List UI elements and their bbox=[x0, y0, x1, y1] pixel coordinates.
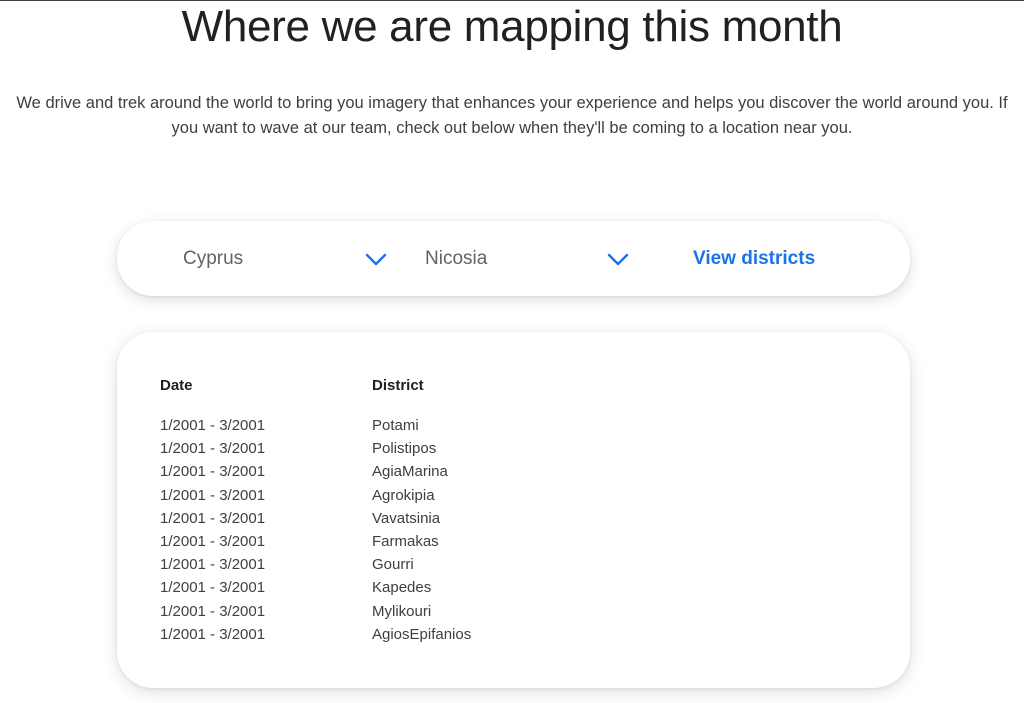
city-dropdown[interactable]: Nicosia bbox=[425, 221, 630, 296]
chevron-down-icon bbox=[607, 253, 629, 266]
date-cell: 1/2001 - 3/2001 bbox=[160, 417, 266, 434]
view-districts-button[interactable]: View districts bbox=[693, 221, 815, 296]
district-cell: AgiaMarina bbox=[372, 463, 448, 481]
city-dropdown-value: Nicosia bbox=[425, 247, 488, 269]
date-cell: 1/2001 - 3/2001 bbox=[160, 602, 266, 620]
district-cell: Gourri bbox=[372, 556, 414, 574]
page-description: We drive and trek around the world to br… bbox=[16, 94, 1008, 137]
page: Where we are mapping this month We drive… bbox=[0, 0, 1024, 703]
table-row: 1/2001 - 3/2001 Polistipos bbox=[117, 437, 910, 460]
page-title: Where we are mapping this month bbox=[181, 2, 843, 51]
district-cell: Farmakas bbox=[372, 532, 439, 550]
table-row: 1/2001 - 3/2001 Vavatsinia bbox=[117, 507, 910, 530]
table-row: 1/2001 - 3/2001 Gourri bbox=[117, 553, 910, 576]
country-dropdown[interactable]: Cyprus bbox=[183, 221, 388, 296]
district-cell: Agrokipia bbox=[372, 486, 435, 504]
table-row: 1/2001 - 3/2001 Mylikouri bbox=[117, 600, 910, 623]
district-cell: Polistipos bbox=[372, 440, 437, 458]
date-cell: 1/2001 - 3/2001 bbox=[160, 532, 266, 550]
chevron-down-icon bbox=[365, 253, 387, 266]
date-cell: 1/2001 - 3/2001 bbox=[160, 486, 266, 504]
date-cell: 1/2001 - 3/2001 bbox=[160, 440, 266, 458]
district-cell: Kapedes bbox=[372, 579, 432, 597]
top-divider bbox=[0, 0, 1024, 1]
table-row: 1/2001 - 3/2001 AgiaMarina bbox=[117, 460, 910, 483]
date-cell: 1/2001 - 3/2001 bbox=[160, 509, 266, 527]
table-row: 1/2001 - 3/2001 AgiosEpifanios bbox=[117, 623, 910, 646]
district-cell: Mylikouri bbox=[372, 602, 432, 620]
date-cell: 1/2001 - 3/2001 bbox=[160, 579, 266, 597]
date-cell: 1/2001 - 3/2001 bbox=[160, 556, 266, 574]
district-cell: Vavatsinia bbox=[372, 509, 441, 527]
column-header-date: Date bbox=[160, 377, 193, 394]
district-cell: Potami bbox=[372, 417, 419, 434]
date-cell: 1/2001 - 3/2001 bbox=[160, 463, 266, 481]
column-header-district: District bbox=[372, 377, 424, 394]
location-selector-card: Cyprus Nicosia View districts bbox=[117, 221, 910, 296]
table-row: 1/2001 - 3/2001 Kapedes bbox=[117, 576, 910, 599]
table-row: 1/2001 - 3/2001 Potami bbox=[117, 414, 910, 437]
table-row: 1/2001 - 3/2001 Agrokipia bbox=[117, 484, 910, 507]
country-dropdown-value: Cyprus bbox=[183, 247, 244, 269]
district-cell: AgiosEpifanios bbox=[372, 625, 472, 643]
table-row: 1/2001 - 3/2001 Farmakas bbox=[117, 530, 910, 553]
table-body: 1/2001 - 3/2001 Potami 1/2001 - 3/2001 P… bbox=[117, 414, 910, 646]
schedule-table: Date District 1/2001 - 3/2001 Potami 1/2… bbox=[117, 332, 910, 688]
date-cell: 1/2001 - 3/2001 bbox=[160, 625, 266, 643]
